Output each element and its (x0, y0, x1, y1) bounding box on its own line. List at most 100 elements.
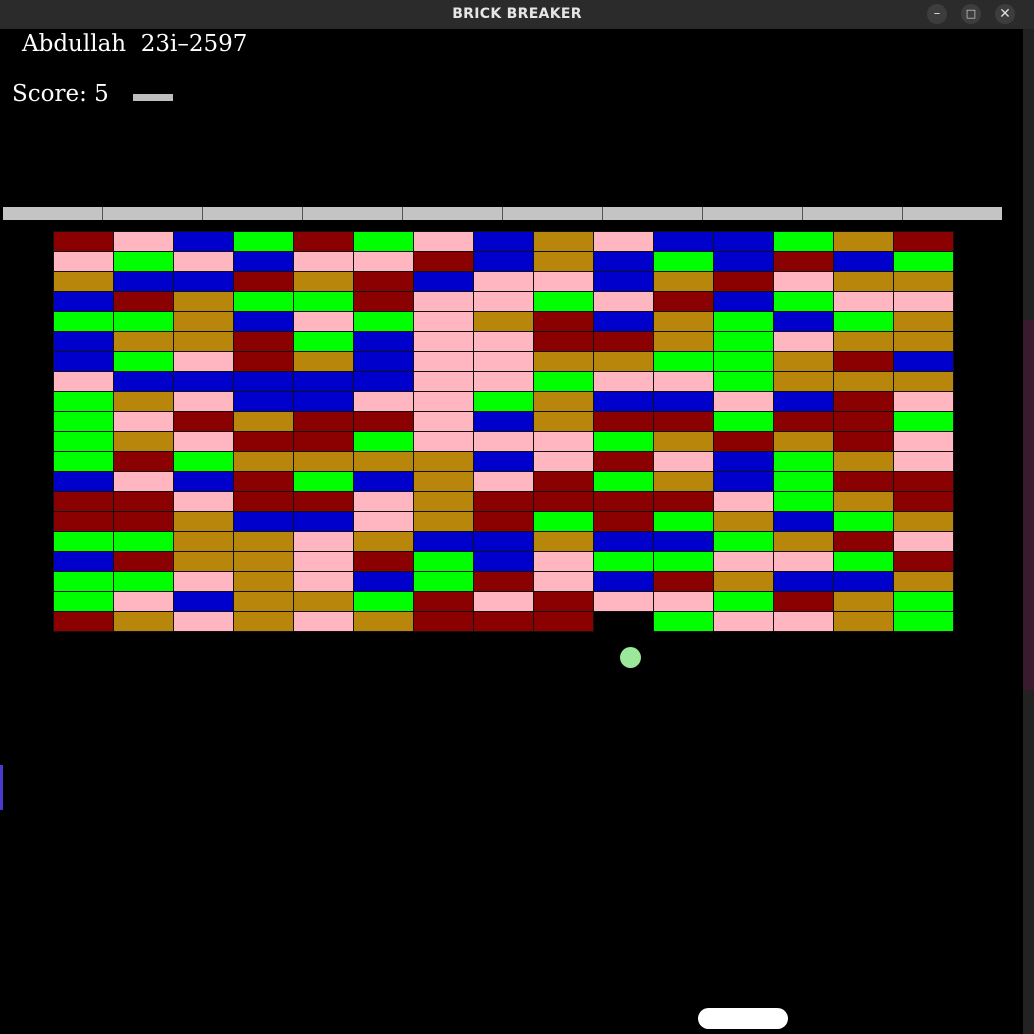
brick (773, 431, 834, 452)
brick (293, 611, 354, 632)
brick (293, 591, 354, 612)
brick (653, 391, 714, 412)
brick (113, 411, 174, 432)
brick (533, 291, 594, 312)
brick (593, 391, 654, 412)
brick (293, 491, 354, 512)
brick (233, 591, 294, 612)
brick (593, 551, 654, 572)
brick (173, 531, 234, 552)
brick (113, 431, 174, 452)
brick (893, 411, 954, 432)
brick (353, 371, 414, 392)
brick (353, 551, 414, 572)
brick (113, 551, 174, 572)
brick (773, 331, 834, 352)
brick (293, 431, 354, 452)
score-label: Score: 5 (12, 81, 109, 107)
brick (833, 371, 894, 392)
brick (233, 511, 294, 532)
brick (653, 331, 714, 352)
brick (473, 311, 534, 332)
brick (473, 431, 534, 452)
brick (473, 571, 534, 592)
brick (593, 571, 654, 592)
brick (893, 571, 954, 592)
brick (293, 291, 354, 312)
brick (113, 471, 174, 492)
brick (653, 271, 714, 292)
brick (593, 531, 654, 552)
brick (713, 231, 774, 252)
brick (233, 451, 294, 472)
brick (413, 271, 474, 292)
window-title: BRICK BREAKER (452, 6, 582, 22)
brick (713, 311, 774, 332)
brick (53, 251, 114, 272)
brick (773, 291, 834, 312)
brick (473, 611, 534, 632)
brick (713, 331, 774, 352)
brick (833, 531, 894, 552)
brick (233, 231, 294, 252)
brick (773, 511, 834, 532)
brick (533, 511, 594, 532)
brick (473, 471, 534, 492)
brick (173, 431, 234, 452)
brick (53, 431, 114, 452)
brick (833, 391, 894, 412)
brick (293, 391, 354, 412)
brick (473, 331, 534, 352)
maximize-button[interactable]: □ (961, 4, 981, 24)
brick (113, 511, 174, 532)
brick (893, 391, 954, 412)
brick (473, 491, 534, 512)
brick (533, 471, 594, 492)
top-barrier-divider (702, 207, 703, 220)
brick (473, 591, 534, 612)
brick (653, 591, 714, 612)
brick (53, 471, 114, 492)
brick (353, 331, 414, 352)
brick (773, 471, 834, 492)
background-window-left-accent (0, 765, 3, 810)
brick (593, 491, 654, 512)
brick (53, 491, 114, 512)
brick (353, 231, 414, 252)
brick (653, 571, 714, 592)
brick (353, 531, 414, 552)
minimize-button[interactable]: – (927, 4, 947, 24)
brick (53, 611, 114, 632)
brick (893, 251, 954, 272)
brick (473, 291, 534, 312)
brick (533, 411, 594, 432)
brick (593, 331, 654, 352)
brick (893, 511, 954, 532)
brick (173, 571, 234, 592)
brick (233, 571, 294, 592)
brick (713, 251, 774, 272)
brick (233, 551, 294, 572)
brick (53, 351, 114, 372)
brick (773, 411, 834, 432)
close-button[interactable]: ✕ (995, 4, 1015, 24)
brick (653, 351, 714, 372)
brick (893, 591, 954, 612)
brick (413, 291, 474, 312)
brick (533, 371, 594, 392)
brick (413, 231, 474, 252)
brick (173, 451, 234, 472)
top-barrier-divider (602, 207, 603, 220)
brick (653, 471, 714, 492)
brick (713, 551, 774, 572)
paddle[interactable] (698, 1008, 788, 1029)
brick (413, 491, 474, 512)
brick (773, 271, 834, 292)
brick (893, 471, 954, 492)
brick (173, 351, 234, 372)
brick (833, 251, 894, 272)
brick (473, 511, 534, 532)
brick (473, 271, 534, 292)
brick (773, 231, 834, 252)
brick (893, 331, 954, 352)
